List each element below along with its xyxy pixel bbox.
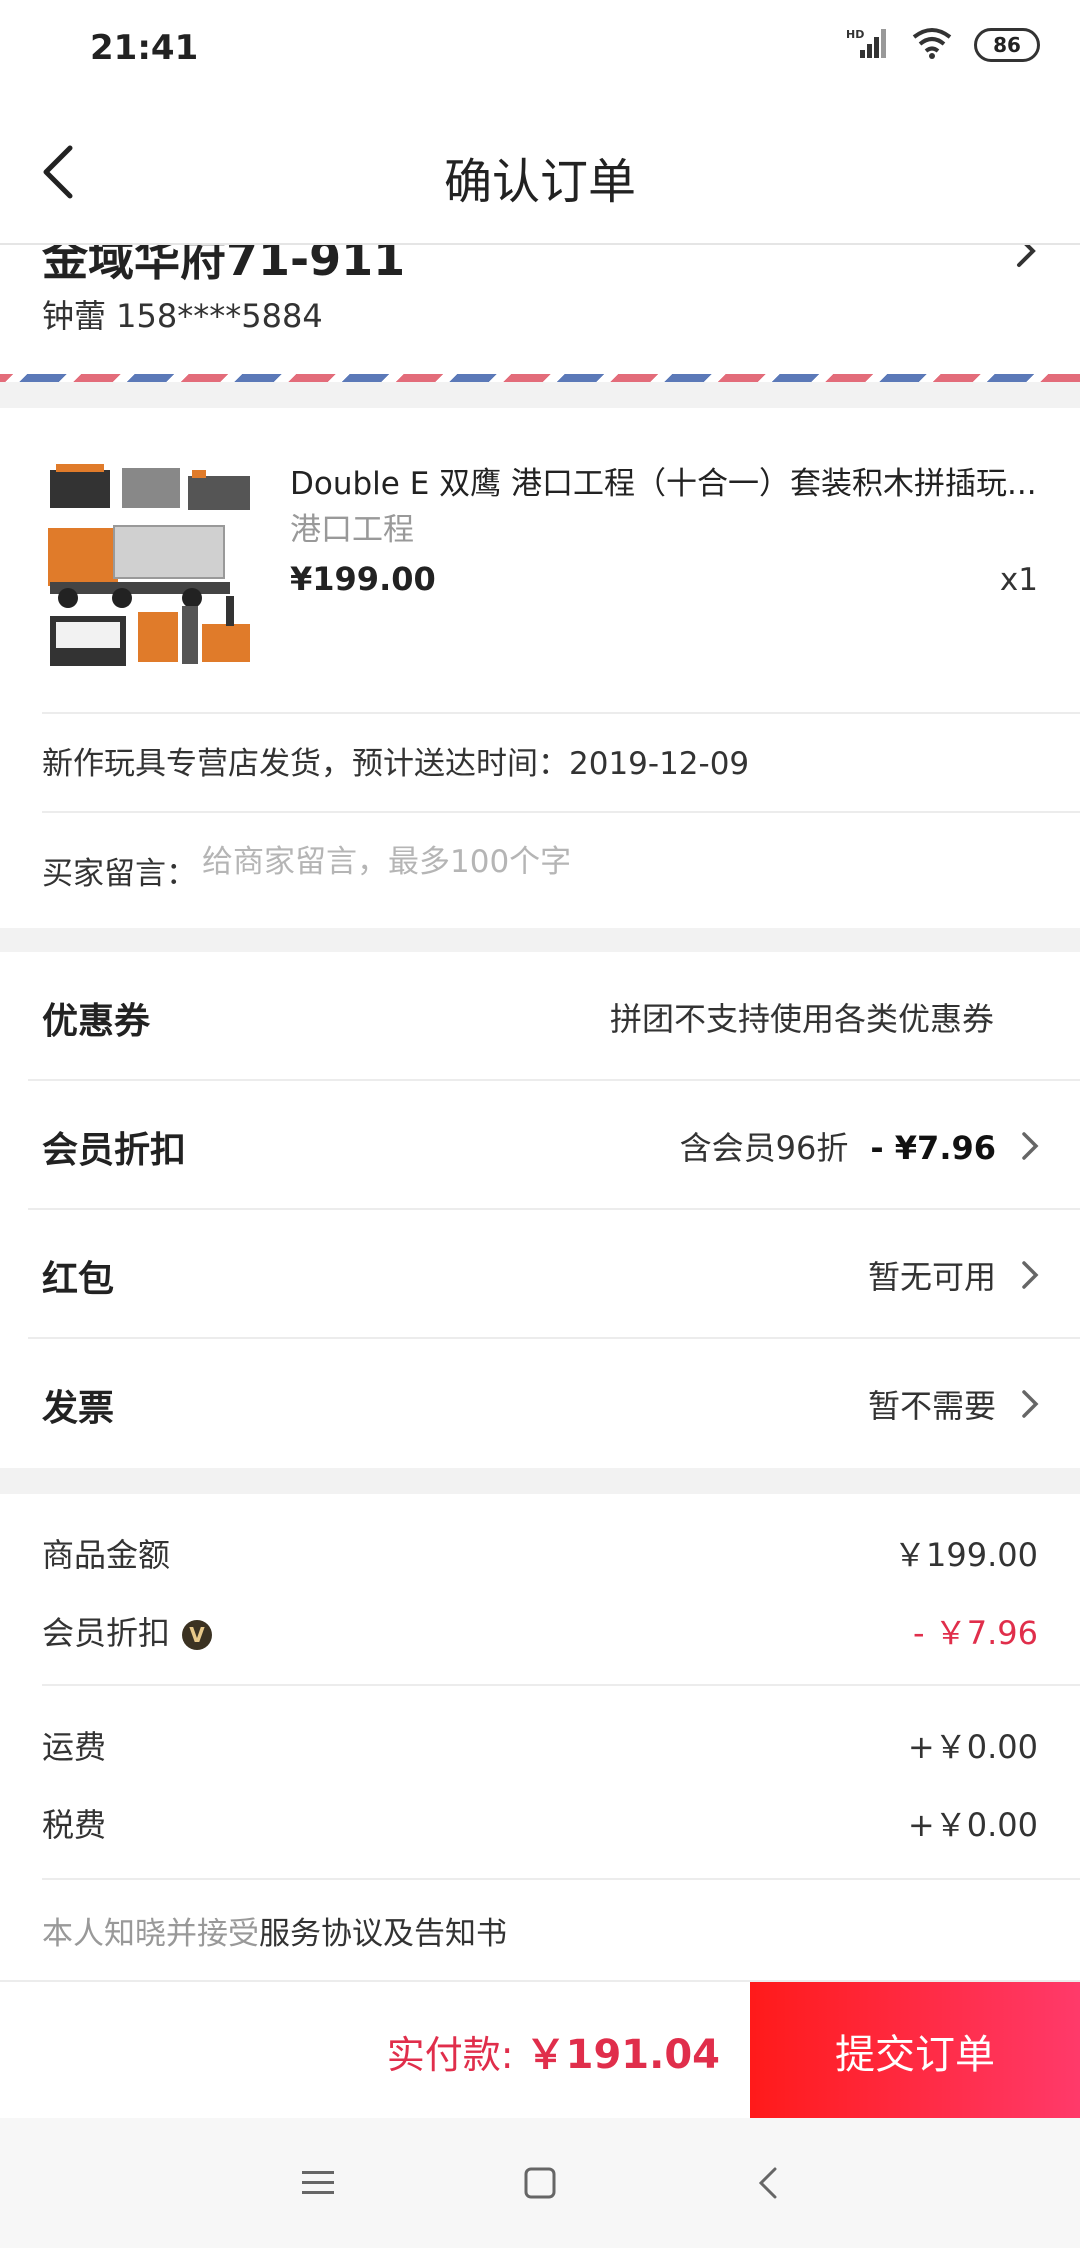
total-payable-amount: ￥191.04 [525,2032,720,2078]
cellular-signal-icon: HD [846,26,890,64]
chevron-right-icon [1020,1131,1040,1165]
status-time: 21:41 [90,28,199,68]
wifi-icon [912,27,952,63]
coupon-label: 优惠券 [42,1001,151,1042]
memo-label: 买家留言： [42,856,197,892]
member-discount-summary-value: - ￥7.96 [913,1614,1038,1652]
member-discount-value: 含会员96折 - ¥7.96 [679,1129,996,1167]
freight-label: 运费 [42,1728,107,1766]
price-summary: 商品金额 ￥199.00 会员折扣 V - ￥7.96 运费 +￥0.00 税费 … [0,1494,1080,1980]
red-packet-row[interactable]: 红包 暂无可用 [28,1210,1080,1339]
system-nav-bar [0,2118,1080,2248]
product-quantity: x1 [999,562,1038,598]
coupon-row[interactable]: 优惠券 拼团不支持使用各类优惠券 [28,952,1080,1081]
product-name[interactable]: Double E 双鹰 港口工程（十合一）套装积木拼插玩... [290,458,1040,503]
chevron-right-icon [1014,245,1038,273]
section-gap [0,1468,1080,1494]
goods-amount-label: 商品金额 [42,1536,171,1574]
red-packet-label: 红包 [42,1259,115,1300]
tax-value: +￥0.00 [907,1806,1038,1844]
member-discount-amount: - ¥7.96 [870,1129,996,1167]
chevron-right-icon [1020,1260,1040,1294]
section-gap [0,928,1080,952]
contact-info: 钟蕾 158****5884 [42,297,323,335]
tax-row: 税费 +￥0.00 [42,1800,1038,1850]
divider [42,712,1080,714]
product-variant: 港口工程 [290,512,414,548]
buyer-memo-input[interactable] [202,844,1002,880]
product-price: ¥199.00 [290,560,436,598]
tax-label: 税费 [42,1806,107,1844]
red-packet-value: 暂无可用 [867,1258,996,1296]
member-discount-summary-label: 会员折扣 [42,1614,171,1652]
divider [42,1684,1080,1686]
section-gap [0,382,1080,408]
divider [42,1878,1080,1880]
bottom-bar: 实付款: ￥191.04 提交订单 [0,1980,1080,2120]
service-agreement-link[interactable]: 服务协议及告知书 [259,1916,507,1952]
submit-order-button[interactable]: 提交订单 [750,1982,1080,2120]
invoice-value: 暂不需要 [867,1387,996,1425]
status-icons: HD 86 [846,26,1040,64]
address-line: 金域华府71-911 [42,245,406,286]
menu-icon[interactable] [288,2158,348,2208]
total-payable: 实付款: ￥191.04 [387,2022,720,2080]
address-section[interactable]: 金域华府71-911 钟蕾 158****5884 [0,245,1080,380]
chevron-right-icon [1020,1389,1040,1423]
goods-amount-value: ￥199.00 [894,1536,1038,1574]
goods-amount-row: 商品金额 ￥199.00 [42,1530,1038,1580]
airmail-border [0,374,1080,382]
battery-icon: 86 [974,28,1040,62]
page-title: 确认订单 [443,154,636,210]
member-discount-label: 会员折扣 [42,1130,187,1171]
vip-badge-icon: V [182,1620,213,1650]
svg-text:HD: HD [846,28,864,41]
divider [42,811,1080,813]
invoice-label: 发票 [42,1388,115,1429]
total-payable-label: 实付款: [386,2033,526,2077]
shipping-info: 新作玩具专营店发货，预计送达时间：2019-12-09 [42,746,750,782]
agreement-text: 本人知晓并接受服务协议及告知书 [42,1916,507,1952]
member-discount-row[interactable]: 会员折扣 含会员96折 - ¥7.96 [28,1081,1080,1210]
invoice-row[interactable]: 发票 暂不需要 [28,1339,1080,1468]
back-nav-icon[interactable] [738,2158,798,2208]
product-image[interactable] [42,456,262,676]
status-bar: 21:41 HD 86 [0,0,1080,100]
product-card: Double E 双鹰 港口工程（十合一）套装积木拼插玩... 港口工程 ¥19… [0,408,1080,928]
coupon-value: 拼团不支持使用各类优惠券 [609,1000,994,1038]
member-discount-summary-row: 会员折扣 V - ￥7.96 [42,1608,1038,1658]
header: 确认订单 [0,100,1080,245]
order-options: 优惠券 拼团不支持使用各类优惠券 会员折扣 含会员96折 - ¥7.96 红包 暂… [0,952,1080,1468]
freight-row: 运费 +￥0.00 [42,1722,1038,1772]
freight-value: +￥0.00 [907,1728,1038,1766]
home-icon[interactable] [510,2158,570,2208]
